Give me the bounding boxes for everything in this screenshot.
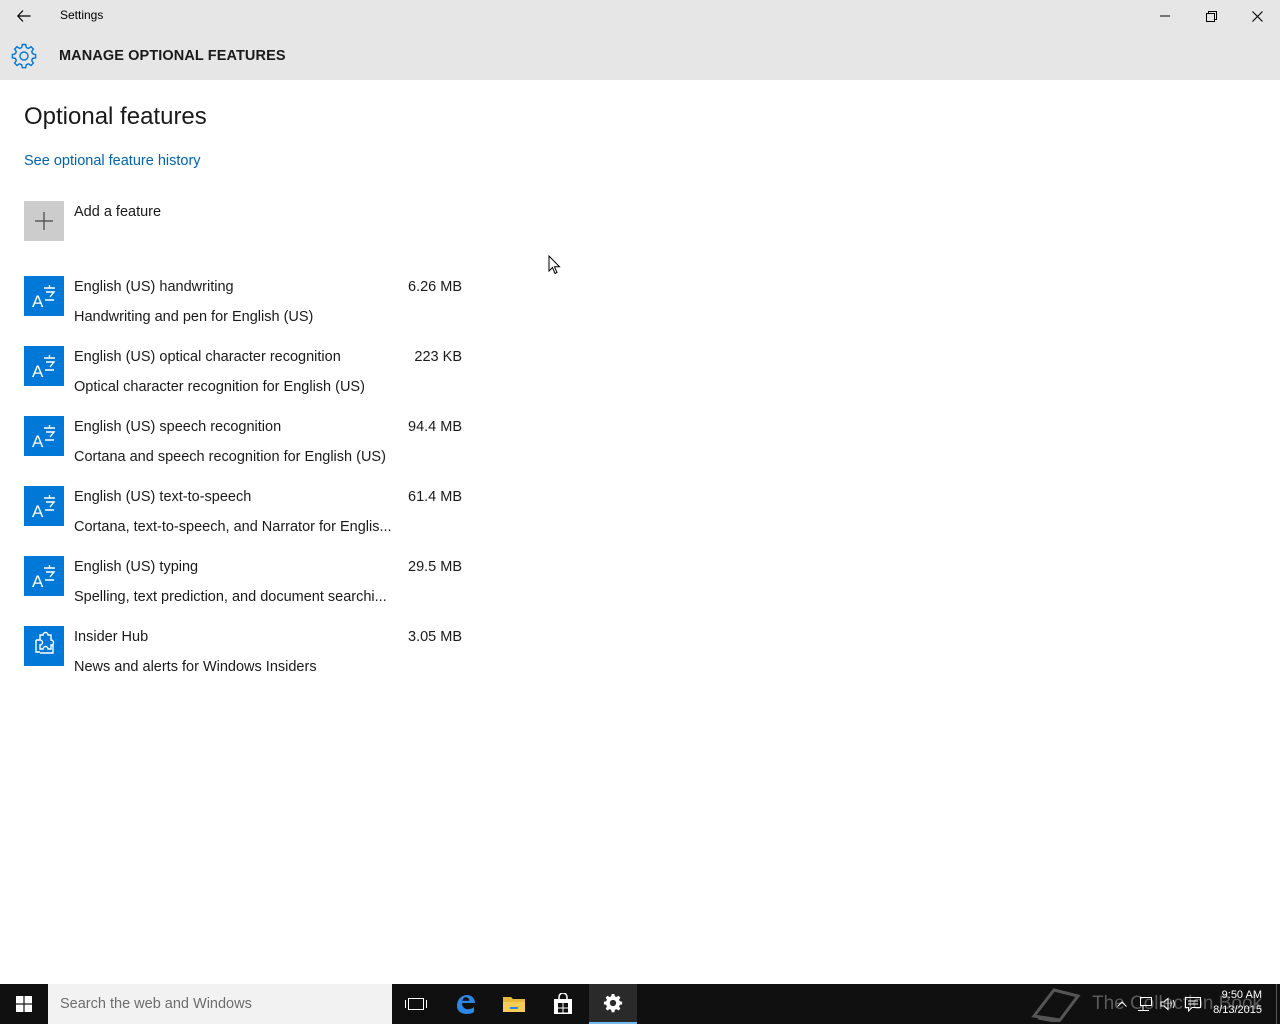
folder-icon [503, 997, 525, 1012]
minimize-icon [1160, 15, 1170, 17]
search-placeholder: Search the web and Windows [60, 996, 252, 1012]
edge-browser-icon [457, 995, 475, 1014]
language-icon: A [24, 346, 64, 386]
svg-text:A: A [32, 572, 44, 591]
feature-size: 94.4 MB [408, 419, 462, 435]
store-button[interactable] [539, 984, 587, 1024]
language-icon: A [24, 556, 64, 596]
feature-name: English (US) text-to-speech [74, 489, 252, 505]
feature-item[interactable]: A English (US) speech recognition 94.4 M… [24, 416, 464, 480]
notification-icon [1185, 996, 1201, 1012]
language-icon: A [24, 416, 64, 456]
back-button[interactable] [0, 0, 48, 32]
feature-item[interactable]: A English (US) handwriting 6.26 MB Handw… [24, 276, 464, 340]
feature-description: Spelling, text prediction, and document … [74, 589, 387, 605]
book-logo-icon [1031, 988, 1081, 1022]
clock[interactable]: 9:50 AM 8/13/2015 [1213, 988, 1262, 1018]
windows-logo-icon [16, 996, 32, 1012]
chevron-up-icon [1117, 1001, 1127, 1007]
feature-item[interactable]: Insider Hub 3.05 MB News and alerts for … [24, 626, 464, 690]
feature-size: 6.26 MB [408, 279, 462, 295]
volume-button[interactable] [1158, 984, 1180, 1024]
plus-icon [24, 201, 64, 241]
feature-history-link[interactable]: See optional feature history [24, 153, 201, 169]
edge-button[interactable] [441, 984, 489, 1024]
restore-button[interactable] [1188, 0, 1234, 32]
feature-name: English (US) speech recognition [74, 419, 282, 435]
feature-size: 3.05 MB [408, 629, 462, 645]
show-hidden-icons-button[interactable] [1112, 984, 1132, 1024]
start-button[interactable] [0, 984, 48, 1024]
action-center-button[interactable] [1182, 984, 1204, 1024]
clock-date: 8/13/2015 [1213, 1004, 1262, 1016]
task-view-button[interactable] [392, 984, 440, 1024]
feature-size: 29.5 MB [408, 559, 462, 575]
clock-time: 9:50 AM [1221, 989, 1262, 1001]
feature-item[interactable]: A English (US) optical character recogni… [24, 346, 464, 410]
add-feature-button[interactable]: Add a feature [24, 201, 264, 241]
feature-item[interactable]: A English (US) text-to-speech 61.4 MB Co… [24, 486, 464, 550]
feature-name: English (US) optical character recogniti… [74, 349, 341, 365]
taskbar: Search the web and Windows The Collectio… [0, 984, 1280, 1024]
settings-taskbar-button[interactable] [589, 984, 637, 1024]
svg-text:A: A [32, 362, 44, 381]
close-icon [1251, 10, 1263, 22]
network-button[interactable] [1134, 984, 1156, 1024]
restore-icon [1205, 10, 1217, 22]
feature-description: Cortana and speech recognition for Engli… [74, 449, 386, 465]
svg-text:A: A [32, 292, 44, 311]
mouse-cursor-icon [548, 255, 561, 275]
feature-size: 61.4 MB [408, 489, 462, 505]
settings-gear-icon [603, 993, 623, 1013]
svg-text:A: A [32, 502, 44, 521]
gear-icon [11, 43, 37, 69]
svg-text:A: A [32, 432, 44, 451]
title-bar: Settings [0, 0, 1280, 32]
feature-description: News and alerts for Windows Insiders [74, 659, 317, 675]
task-view-icon [405, 998, 427, 1010]
network-icon [1138, 997, 1152, 1011]
main-content: Optional features See optional feature h… [0, 80, 1280, 984]
add-feature-label: Add a feature [74, 204, 162, 220]
feature-name: English (US) typing [74, 559, 199, 575]
language-icon: A [24, 486, 64, 526]
speaker-icon [1160, 997, 1175, 1011]
taskbar-search-box[interactable]: Search the web and Windows [48, 984, 392, 1024]
store-bag-icon [554, 993, 572, 1014]
show-desktop-button[interactable] [1276, 984, 1280, 1024]
feature-description: Optical character recognition for Englis… [74, 379, 365, 395]
feature-description: Handwriting and pen for English (US) [74, 309, 314, 325]
page-header: MANAGE OPTIONAL FEATURES [0, 32, 1280, 80]
feature-name: English (US) handwriting [74, 279, 234, 295]
close-button[interactable] [1234, 0, 1280, 32]
feature-description: Cortana, text-to-speech, and Narrator fo… [74, 519, 392, 535]
file-explorer-button[interactable] [490, 984, 538, 1024]
language-icon: A [24, 276, 64, 316]
page-title: Optional features [24, 103, 207, 130]
page-header-title: MANAGE OPTIONAL FEATURES [59, 48, 286, 64]
feature-item[interactable]: A English (US) typing 29.5 MB Spelling, … [24, 556, 464, 620]
feature-size: 223 KB [414, 349, 462, 365]
window-title: Settings [60, 8, 104, 22]
minimize-button[interactable] [1142, 0, 1188, 32]
back-arrow-icon [17, 10, 31, 22]
puzzle-icon [24, 626, 64, 666]
feature-name: Insider Hub [74, 629, 149, 645]
